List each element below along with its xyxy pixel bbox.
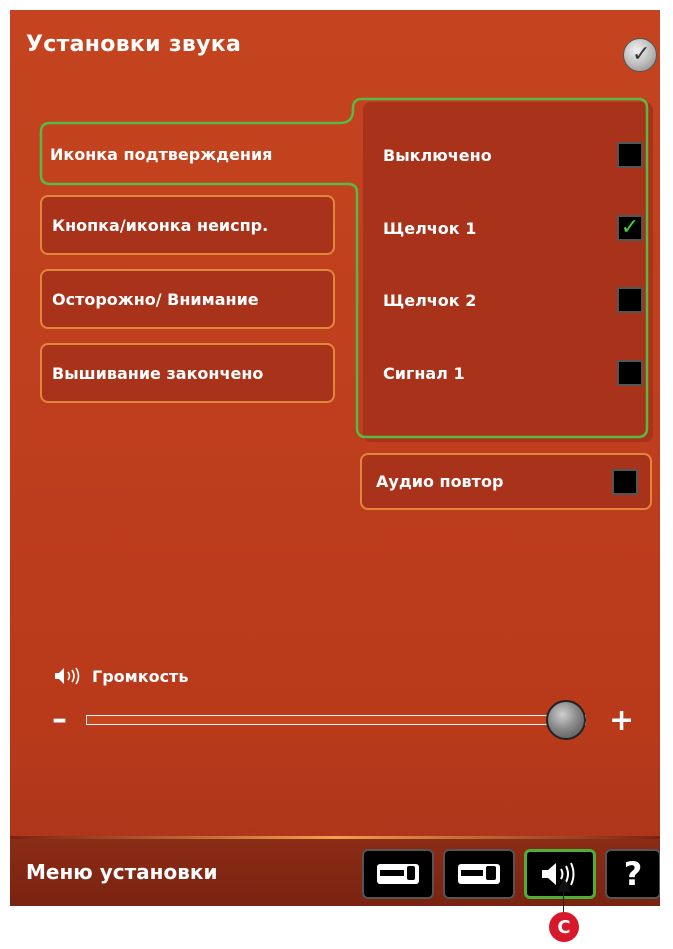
checkmark-icon: ✓ (620, 215, 640, 240)
sound-option-click-2[interactable]: Щелчок 2 (383, 285, 643, 315)
audio-repeat-checkbox[interactable] (612, 468, 638, 495)
sound-option-off[interactable]: Выключено (383, 140, 643, 170)
category-label: Иконка подтверждения (50, 144, 273, 164)
speaker-icon (55, 667, 80, 685)
category-caution[interactable]: Осторожно/ Внимание (40, 269, 335, 329)
audio-repeat-label: Аудио повтор (376, 472, 504, 491)
callout-badge: C (549, 912, 579, 942)
click-2-checkbox[interactable] (617, 287, 643, 313)
sound-off-checkbox[interactable] (617, 142, 643, 168)
category-label: Кнопка/иконка неиспр. (52, 215, 269, 235)
sound-option-label: Щелчок 2 (383, 290, 477, 310)
sewing-machine-icon (458, 864, 500, 884)
sound-settings-window: Установки звука ✓ Иконка подтверждения К… (10, 10, 660, 906)
sound-option-click-1[interactable]: Щелчок 1 ✓ (383, 213, 643, 243)
callout-arrow-icon (557, 878, 571, 892)
machine-settings-button[interactable] (362, 849, 434, 899)
volume-increase-button[interactable]: + (609, 703, 634, 738)
signal-1-checkbox[interactable] (617, 360, 643, 386)
category-embroidery-finished[interactable]: Вышивание закончено (40, 343, 335, 403)
category-error-icon[interactable]: Кнопка/иконка неиспр. (40, 195, 335, 255)
settings-menu-title: Меню установки (26, 860, 218, 884)
volume-decrease-button[interactable]: – (52, 702, 67, 737)
click-1-checkbox[interactable]: ✓ (617, 215, 643, 241)
question-icon: ? (623, 855, 643, 893)
sound-option-label: Выключено (383, 145, 492, 165)
volume-slider-track[interactable] (86, 715, 586, 725)
volume-slider-knob[interactable] (546, 700, 586, 740)
category-confirmation-icon[interactable]: Иконка подтверждения (40, 124, 335, 184)
volume-slider-fill (87, 716, 566, 724)
volume-label-group: Громкость (54, 666, 188, 686)
help-button[interactable]: ? (605, 849, 660, 899)
volume-label: Громкость (92, 666, 189, 686)
sewing-machine-icon (377, 864, 419, 884)
sound-option-label: Щелчок 1 (383, 218, 477, 238)
category-label: Осторожно/ Внимание (52, 289, 259, 309)
category-label: Вышивание закончено (52, 363, 264, 383)
audio-repeat-button[interactable]: Аудио повтор (360, 453, 652, 510)
sound-option-signal-1[interactable]: Сигнал 1 (383, 358, 643, 388)
sound-option-label: Сигнал 1 (383, 363, 465, 383)
machine-settings-2-button[interactable] (443, 849, 515, 899)
